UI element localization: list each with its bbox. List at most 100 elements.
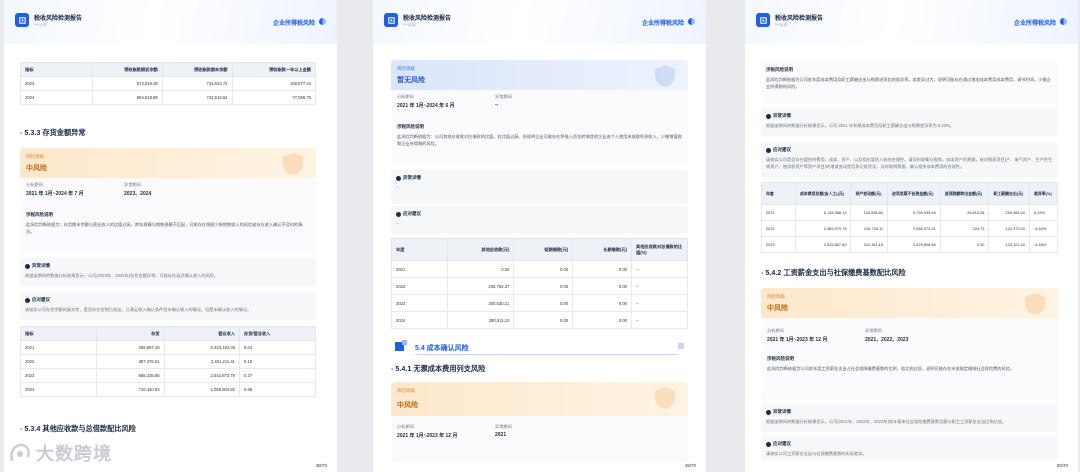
risk-level-label: 风险等级 [397,66,415,71]
risk-level-label: 风险等级 [397,388,415,393]
tag-dot-icon [319,18,326,25]
shield-icon [655,65,675,87]
analysis-period: 2021 年 1月~2023 年 12 月 [767,337,828,343]
table-row: 2021 6,138,388.13 134,536.80 5,750,035.45 25… [761,204,1058,221]
risk-level-value: 中风险 [767,305,788,312]
analysis-period: 2021 年 1月~2023 年 12 月 [397,433,458,439]
abnormal-period: 2021 [495,432,507,438]
abnormal-details-box: 异常详情 -- [391,170,688,204]
column-header: 预收账款期初余额 [92,62,163,77]
page-header: 税收风险检测报告 ***公司 企业所得税风险 [4,0,337,44]
report-page-48: 税收风险检测报告 ***公司 企业所得税风险 指标 预收账款期初余额 预收账款期… [4,0,337,472]
page-header: 税收风险检测报告 ***公司 企业所得税风险 [373,0,706,44]
table-row: 2022 2,465,579.78 106,728.11 2,566,973.31 22… [761,220,1058,237]
abnormal-details-box: 异常详情 根据该期间的数据分析结果显示，公司(2023年、2024年)存货金额异… [20,258,316,286]
analysis-period: 2021 年 1月~2024 年 7 月 [26,191,84,197]
table-header-row: 指标 预收账款期初余额 预收账款期末余额 预收账款一年以上金额 [20,62,316,77]
risk-level-card: 风险等级 中风险 分析期间 2021 年 1月~2023 年 12 月 异常期间… [761,288,1058,400]
risk-level-label: 风险等级 [26,154,44,159]
alert-icon [766,409,771,415]
abnormal-period: 2023、2024 [124,191,152,197]
report-logo-icon [384,13,398,27]
table-row: 2021 259,867.16 6,323,193.03 0.04 [20,340,316,355]
risk-description: 此风险判断依据为：存货期末余额与营业收入的比值过高，库存规模与销售规模不匹配，可… [26,222,303,234]
company-name: ***公司 [403,22,416,27]
advice-box: 应对建议 请核实公司工资薪金支出与社保缴费基数的实际差异。 [761,436,1058,460]
risk-description: 此风险判断依据为：公司其他应收款对应借款的比值，若比值过高，则说明企业可能存在将… [397,134,682,146]
table-header-row: 年度 其他应收款(元) 短期借款(元) 长期借款(元) 其他应收款对总借款的比值… [391,238,688,261]
table-row: 2024 715,440.93 1,058,804.82 0.68 [20,382,316,397]
check-icon [396,211,401,217]
watermark-logo-icon [10,443,30,462]
abnormal-details-box: 异常详情 根据该期间的数据分析结果显示，公司 2021 年有票成本费用及职工薪酬… [761,108,1058,136]
table-row: 2023 300,530.21 0.00 0.00 -- [391,294,688,312]
report-title: 税收风险检测报告 [775,16,824,22]
section-heading-5-4-2: - 5.4.2 工资薪金支出与社保缴费基数配比风险 [761,268,906,277]
company-name: ***公司 [775,22,788,27]
check-icon [766,441,771,447]
abnormal-details-box: 异常详情 根据该期间的数据分析结果显示，公司(2021年、2022年、2023年… [761,404,1058,432]
risk-level-label: 风险等级 [767,294,785,299]
table-row: 2023 685,335.85 2,542,873.79 0.27 [20,368,316,383]
table-row: 2024 664,518.89 742,518.64 77,599.75 [20,90,316,105]
shield-icon [1025,293,1045,315]
column-header: 指标 [20,62,93,77]
risk-level-value: 中风险 [26,165,47,172]
section-tag: 企业所得税风险 [272,21,315,27]
analysis-period: 2021 年 1月~2024 年 6 月 [397,103,455,109]
cost-expense-table: 年度 成本费用总额(含人工)(元) 资产变动额(元) 进项发票不含税金额(元) … [761,182,1058,253]
table-row: 2023 573,046.28 734,523.72 160,577.44 [20,76,316,91]
tag-dot-icon [688,18,695,25]
column-header: 预收账款一年以上金额 [231,62,316,77]
table-row: 2022 205,754.37 0.00 0.00 -- [391,277,688,295]
section-tag: 企业所得税风险 [1013,21,1056,27]
section-tag: 企业所得税风险 [641,21,684,27]
abnormal-period: 2021、2022、2023 [865,337,909,343]
section-heading-5-3-3: - 5.3.3 存货金额异常 [20,128,86,137]
table-header-row: 指标 存货 营业收入 存货/营业收入 [20,326,316,341]
inventory-table: 指标 存货 营业收入 存货/营业收入 2021 259,867.16 6,323,1… [20,326,316,397]
report-page-49: 税收风险检测报告 ***公司 企业所得税风险 风险等级 暂无风险 分析期间 20… [373,0,706,472]
other-receivables-table: 年度 其他应收款(元) 短期借款(元) 长期借款(元) 其他应收款对总借款的比值… [391,238,688,329]
check-icon [25,297,30,303]
watermark: 大数跨境 [8,440,112,466]
table-row: 2023 2,515,687.60 311,161.18 2,829,808.86 0.… [761,236,1058,253]
page-header: 税收风险检测报告 ***公司 企业所得税风险 [745,0,1078,44]
risk-level-card: 风险等级 中风险 分析期间 2021 年 1月~2024 年 7 月 异常期间 … [20,148,316,252]
table-row: 2022 387,376.51 2,491,211.41 0.16 [20,354,316,369]
report-title: 税收风险检测报告 [34,16,83,22]
report-logo-icon [15,13,29,27]
alert-icon [396,175,401,181]
page-number: 49/70 [684,463,696,468]
table-row: 2024 280,911.10 0.00 0.00 -- [391,311,688,329]
section-heading-5-3-4: - 5.3.4 其他应收款与总借款配比风险 [20,424,136,433]
advance-receipts-table: 指标 预收账款期初余额 预收账款期末余额 预收账款一年以上金额 2023 573… [20,62,316,105]
report-logo-icon [756,13,770,27]
tag-dot-icon [1060,18,1067,25]
check-icon [766,147,771,153]
report-title: 税收风险检测报告 [403,16,452,22]
abnormal-period: -- [495,102,499,108]
advice-box: 应对建议 请核实公司是否存在管控的费用、成本、资产，以及相应暂估入账的合理性。请… [761,142,1058,178]
risk-level-card: 风险等级 中风险 分析期间 2021 年 1月~2023 年 12 月 异常期间… [391,382,688,462]
column-header: 预收账款期末余额 [161,62,233,77]
risk-level-value: 中风险 [397,402,418,409]
risk-description: 此风险判断依据为公司各年度工资薪金支出占社会保障缴费基数的比例，若比例过低，说明… [767,366,1015,371]
risk-level-value: 暂无风险 [397,77,425,84]
shield-icon [655,387,675,409]
shield-icon [283,153,303,175]
table-row: 2021 0.00 0.00 0.00 -- [391,260,688,278]
company-name: ***公司 [34,22,47,27]
section-heading-5-4-1: - 5.4.1 无票成本费用列支风险 [391,364,486,373]
alert-icon [25,263,30,269]
risk-level-card: 风险等级 暂无风险 分析期间 2021 年 1月~2024 年 6 月 异常期间… [391,60,688,164]
report-page-50: 税收风险检测报告 ***公司 企业所得税风险 涉税风险说明 此风险判断依据为公司… [745,0,1078,472]
risk-description-box: 涉税风险说明 此风险判断依据为公司各年度成本费用及职工薪酬支出与购票进项比的差异… [761,60,1058,104]
advice-box: 应对建议 请核实公司存货余额的真实性，是否存在货物已发出，已满足收入确认条件但未… [20,292,316,320]
page-number: 50/70 [1056,463,1068,468]
alert-icon [766,113,771,119]
chapter-heading-5-4: 5.4 成本确认风险 [395,338,684,358]
table-header-row: 年度 成本费用总额(含人工)(元) 资产变动额(元) 进项发票不含税金额(元) … [761,182,1058,205]
page-number: 48/70 [315,463,327,468]
advice-box: 应对建议 -- [391,206,688,234]
